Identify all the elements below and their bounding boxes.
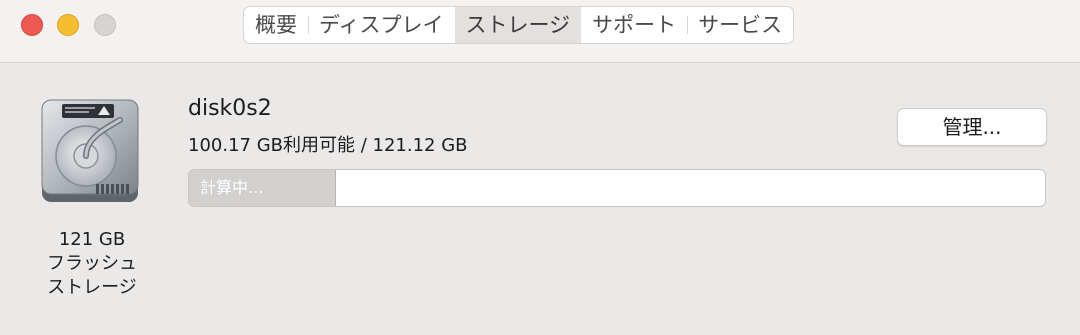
- disk-name: disk0s2: [188, 96, 272, 121]
- zoom-window-button[interactable]: [94, 14, 116, 36]
- tab-support[interactable]: サポート: [581, 7, 687, 43]
- tab-storage[interactable]: ストレージ: [454, 7, 582, 43]
- storage-usage-bar: 計算中...: [188, 169, 1046, 207]
- usage-status-label: 計算中...: [200, 178, 264, 197]
- section-tab-bar: 概要 ディスプレイ ストレージ サポート サービス: [243, 6, 795, 44]
- system-information-window: 概要 ディスプレイ ストレージ サポート サービス 121 GB フラッシュ ス…: [0, 0, 1080, 335]
- tab-overview[interactable]: 概要: [244, 7, 308, 43]
- tab-displays[interactable]: ディスプレイ: [308, 7, 455, 43]
- disk-size-label: 121 GB: [58, 229, 126, 250]
- disk-type-line-1: フラッシュ: [47, 253, 137, 274]
- tab-service[interactable]: サービス: [687, 7, 793, 43]
- disk-type-line-2: ストレージ: [47, 277, 137, 298]
- manage-button[interactable]: 管理...: [897, 108, 1047, 146]
- disk-caption: 121 GB フラッシュ ストレージ: [30, 228, 154, 300]
- close-window-button[interactable]: [21, 14, 43, 36]
- disk-capacity-text: 100.17 GB利用可能 / 121.12 GB: [188, 135, 468, 156]
- hard-drive-icon: [40, 98, 140, 206]
- minimize-window-button[interactable]: [57, 14, 79, 36]
- title-bar: 概要 ディスプレイ ストレージ サポート サービス: [0, 0, 1080, 63]
